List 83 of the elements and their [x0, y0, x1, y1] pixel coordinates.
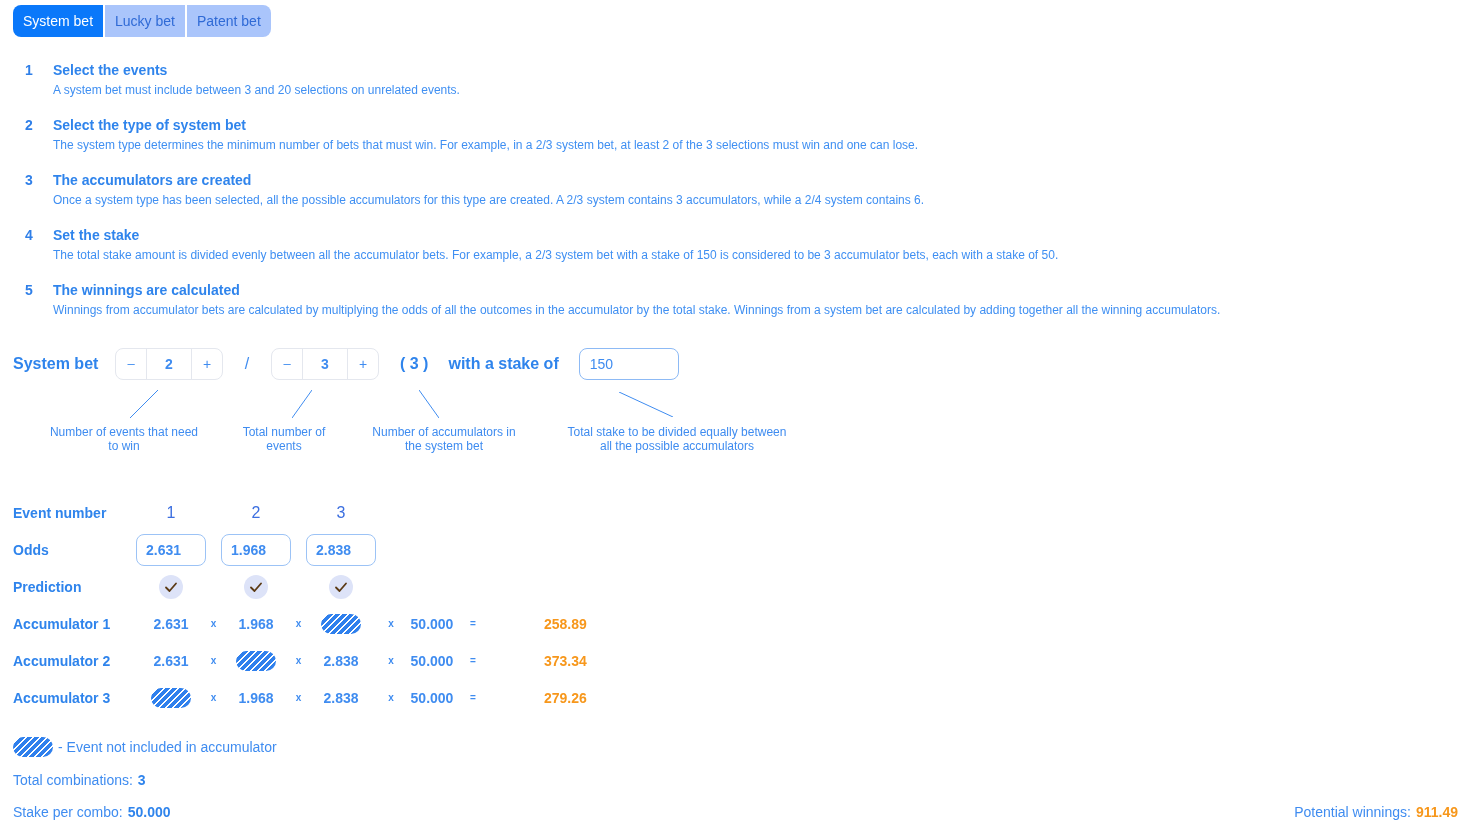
step-title: The winnings are calculated	[53, 281, 241, 299]
legend-text: - Event not included in accumulator	[58, 737, 277, 757]
step-number: 1	[25, 61, 34, 80]
event-number: 1	[165, 503, 177, 523]
odds-value: 1.968	[238, 688, 274, 708]
stake-per-combo-value: 50.000	[127, 802, 171, 822]
operator-sign: =	[470, 616, 476, 631]
stake-value: 50.000	[410, 614, 454, 634]
increment-button[interactable]: +	[347, 349, 378, 379]
odds-value: 2.631	[153, 614, 189, 634]
operator-sign: x	[210, 616, 217, 631]
accumulator-winnings: 373.34	[544, 651, 587, 671]
row-label: Accumulator 1	[13, 614, 112, 634]
total-combinations-value: 3	[137, 770, 146, 790]
system-bet-label: System bet	[13, 354, 100, 374]
bet-type-tab[interactable]: Patent bet	[186, 5, 271, 37]
row-label: Accumulator 2	[13, 651, 112, 671]
increment-button[interactable]: +	[191, 349, 222, 379]
decrement-button[interactable]: –	[272, 349, 303, 379]
stake-value: 50.000	[410, 651, 454, 671]
row-label: Odds	[13, 540, 50, 560]
odds-value: 2.838	[323, 651, 359, 671]
event-number: 3	[335, 503, 347, 523]
operator-sign: x	[210, 690, 217, 705]
stake-per-combo-label: Stake per combo:	[13, 802, 123, 822]
stepper-value: 2	[164, 354, 174, 374]
accumulator-winnings: 258.89	[544, 614, 587, 634]
odds-value: 1.968	[238, 614, 274, 634]
step-description: Once a system type has been selected, all the possible accumulators for this type are created. A 2/3 system contains 3 accumulators, while a 2/4 system contains 6.	[53, 192, 925, 208]
step-number: 3	[25, 171, 34, 190]
step-description: Winnings from accumulator bets are calculated by multiplying the odds of all the outcomes in the accumulator by the total stake. Winnings from a system bet are calculated by adding together all the winning accumulators.	[53, 302, 1221, 318]
striped-pill-icon	[151, 688, 191, 708]
event-number: 2	[250, 503, 262, 523]
stake-input[interactable]: 150	[578, 348, 679, 380]
checkmark-icon[interactable]	[329, 575, 353, 599]
potential-winnings-label: Potential winnings:	[1294, 802, 1411, 822]
step-number: 5	[25, 281, 34, 300]
stake-value: 50.000	[410, 688, 454, 708]
operator-sign: x	[388, 653, 394, 668]
operator-sign: x	[295, 690, 302, 705]
annotation-text: Number of accumulators in the system bet	[371, 425, 517, 453]
odds-input[interactable]: 2.631	[136, 534, 206, 566]
operator-sign: =	[470, 690, 476, 705]
odds-value: 2.631	[153, 651, 189, 671]
annotation-text: Number of events that need to win	[48, 425, 200, 453]
odds-input[interactable]: 2.838	[306, 534, 376, 566]
potential-winnings-value: 911.49	[1415, 802, 1458, 822]
stepper-value: 3	[320, 354, 330, 374]
odds-input[interactable]: 1.968	[221, 534, 291, 566]
accumulator-winnings: 279.26	[544, 688, 587, 708]
step-title: The accumulators are created	[53, 171, 253, 189]
step-title: Select the events	[53, 61, 169, 79]
fraction-slash: /	[243, 354, 251, 374]
step-title: Set the stake	[53, 226, 141, 244]
row-label: Prediction	[13, 577, 83, 597]
operator-sign: x	[388, 616, 394, 631]
checkmark-icon[interactable]	[244, 575, 268, 599]
operator-sign: =	[470, 653, 476, 668]
decrement-button[interactable]: –	[116, 349, 147, 379]
striped-pill-icon	[13, 737, 53, 757]
operator-sign: x	[295, 616, 302, 631]
row-label: Accumulator 3	[13, 688, 112, 708]
row-label: Event number	[13, 503, 108, 523]
annotation-text: Total stake to be divided equally between all the possible accumulators	[566, 425, 788, 453]
step-description: The system type determines the minimum number of bets that must win. For example, in a 2/3 system bet, at least 2 of the 3 selections must win and one can lose.	[53, 137, 919, 153]
striped-pill-icon	[236, 651, 276, 671]
bet-type-tab[interactable]: Lucky bet	[105, 5, 185, 37]
step-description: The total stake amount is divided evenly between all the accumulator bets. For example, a 2/3 system bet with a stake of 150 is considered to be 3 accumulator bets, each with a stake of 50.	[53, 247, 1059, 263]
total-combinations-label: Total combinations:	[13, 770, 133, 790]
step-number: 2	[25, 116, 34, 135]
step-number: 4	[25, 226, 34, 245]
operator-sign: x	[210, 653, 217, 668]
striped-pill-icon	[321, 614, 361, 634]
operator-sign: x	[388, 690, 394, 705]
annotation-text: Total number of events	[241, 425, 327, 453]
accumulator-count: ( 3 )	[400, 354, 429, 374]
operator-sign: x	[295, 653, 302, 668]
stake-label: with a stake of	[448, 354, 559, 374]
checkmark-icon[interactable]	[159, 575, 183, 599]
odds-value: 2.838	[323, 688, 359, 708]
step-description: A system bet must include between 3 and 20 selections on unrelated events.	[53, 82, 460, 98]
step-title: Select the type of system bet	[53, 116, 247, 134]
bet-type-tab[interactable]: System bet	[13, 5, 104, 37]
